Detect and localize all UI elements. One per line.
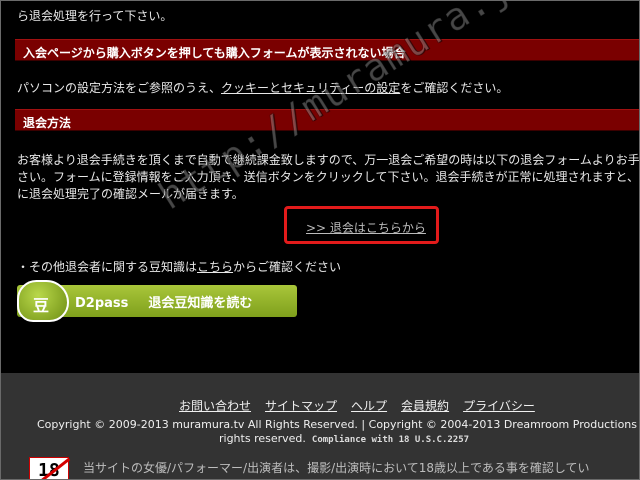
footer-link-help[interactable]: ヘルプ	[351, 399, 387, 413]
bean-badge-char: 豆	[33, 296, 50, 315]
cancellation-paragraph-line-2: さい。フォームに登録情報をご入力頂き、送信ボタンをクリックして下さい。退会手続き…	[17, 170, 640, 184]
bean-icon: 豆	[17, 280, 69, 322]
tips-link[interactable]: こちら	[197, 260, 233, 274]
age-verification-note: 当サイトの女優/パフォーマー/出演者は、撮影/出演時において18歳以上である事を…	[83, 461, 590, 475]
cookie-text-before: パソコンの設定方法をご参照のうえ、	[17, 81, 222, 95]
banner-action-text: 退会豆知識を読む	[148, 296, 253, 311]
tips-paragraph: ・その他退会者に関する豆知識はこちらからご確認ください	[17, 258, 341, 275]
copyright-line-2: rights reserved. Compliance with 18 U.S.C…	[219, 432, 469, 445]
cookie-text-after: をご確認ください。	[400, 81, 509, 95]
footer-link-privacy[interactable]: プライバシー	[463, 399, 535, 413]
page-footer: お問い合わせ サイトマップ ヘルプ 会員規約 プライバシー Copyright © 20…	[1, 373, 639, 479]
banner-label[interactable]: D2pass 退会豆知識を読む	[75, 292, 252, 311]
section-heading-cancellation: 退会方法	[15, 109, 639, 131]
section-heading-text: 入会ページから購入ボタンを押しても購入フォームが表示されない場合	[23, 46, 406, 60]
banner-brand: D2pass	[75, 296, 129, 311]
cookie-settings-paragraph: パソコンの設定方法をご参照のうえ、クッキーとセキュリティーの設定をご確認ください…	[17, 79, 508, 96]
footer-link-sitemap[interactable]: サイトマップ	[265, 399, 337, 413]
intro-line: ら退会処理を行って下さい。	[17, 9, 173, 23]
section-heading-text: 退会方法	[23, 116, 72, 130]
footer-link-contact[interactable]: お問い合わせ	[179, 399, 251, 413]
main-content: ら退会処理を行って下さい。 入会ページから購入ボタンを押しても購入フォームが表示…	[1, 1, 640, 373]
footer-link-terms[interactable]: 会員規約	[401, 399, 449, 413]
footer-nav: お問い合わせ サイトマップ ヘルプ 会員規約 プライバシー	[179, 397, 549, 414]
copyright-line-1: Copyright © 2009-2013 muramura.tv All Ri…	[37, 418, 638, 431]
tips-text-after: からご確認ください	[233, 260, 342, 274]
cancellation-paragraph-line-3: に退会処理完了の確認メールが届きます。	[17, 187, 244, 201]
browser-viewport: ら退会処理を行って下さい。 入会ページから購入ボタンを押しても購入フォームが表示…	[0, 0, 640, 480]
compliance-notice: Compliance with 18 U.S.C.2257	[311, 435, 470, 445]
age-18-icon: 18	[29, 457, 71, 479]
section-heading-purchase-form: 入会ページから購入ボタンを押しても購入フォームが表示されない場合	[15, 39, 639, 61]
copyright-rights: rights reserved.	[219, 432, 306, 445]
cookie-security-settings-link[interactable]: クッキーとセキュリティーの設定	[221, 81, 400, 95]
cancel-form-link[interactable]: >> 退会はこちらから	[306, 219, 426, 236]
tips-text-before: ・その他退会者に関する豆知識は	[17, 260, 198, 274]
cancellation-paragraph-line-1: お客様より退会手続きを頂くまで自動で継続課金致しますので、万一退会ご希望の時は以…	[17, 153, 640, 167]
